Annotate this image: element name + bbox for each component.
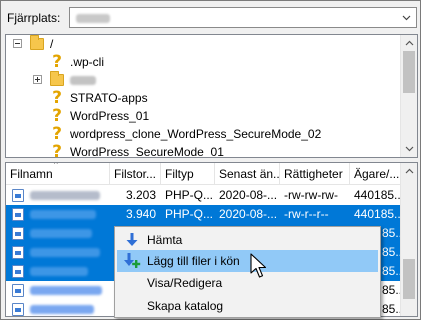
tree-item-wp-cli[interactable]: ? .wp-cli xyxy=(50,53,104,71)
php-file-icon xyxy=(12,208,24,221)
folder-icon xyxy=(50,71,64,86)
tree-item-strato-apps[interactable]: ? STRATO-apps xyxy=(50,89,148,107)
cell-permissions: -rw-rw-rw- xyxy=(284,188,338,202)
chevron-down-icon[interactable] xyxy=(400,11,413,24)
column-header-filesize[interactable]: Filstor... xyxy=(110,163,161,185)
tree-item-label: / xyxy=(50,37,54,51)
cell-size: 3.940 xyxy=(126,207,157,221)
unknown-question-icon: ? xyxy=(52,88,62,108)
redacted-folder-name xyxy=(70,75,96,85)
redacted-filename xyxy=(30,210,96,219)
remote-site-panel: Fjärrplats: / ? .wp-cli ? STRATO-apps ? … xyxy=(0,0,421,320)
php-file-icon xyxy=(12,227,24,240)
redacted-filename xyxy=(30,267,88,276)
menu-item-create-directory[interactable]: Skapa katalog xyxy=(117,295,378,317)
menu-item-add-to-queue[interactable]: Lägg till filer i kön xyxy=(117,250,378,272)
mouse-pointer-icon xyxy=(250,253,267,278)
menu-item-label: Hämta xyxy=(147,233,183,247)
php-file-icon xyxy=(12,189,24,202)
tree-item-wordpress-securemode[interactable]: ? WordPress_SecureMode_01 xyxy=(50,142,224,158)
add-to-queue-icon xyxy=(124,253,141,268)
sort-ascending-icon: ^ xyxy=(54,163,58,169)
column-header-filename[interactable]: ^ Filnamn xyxy=(6,163,110,185)
remote-path-row: Fjärrplats: xyxy=(5,7,417,29)
unknown-question-icon: ? xyxy=(52,52,62,72)
tree-scrollbar-thumb[interactable] xyxy=(403,51,415,93)
menu-item-label: Visa/Redigera xyxy=(147,276,223,290)
folder-icon xyxy=(30,35,44,50)
scroll-up-icon[interactable] xyxy=(404,166,415,177)
tree-item-label: WordPress_01 xyxy=(70,109,150,123)
table-row[interactable]: 3.203 PHP-Q... 2020-08-... -rw-rw-rw- 44… xyxy=(6,186,405,205)
tree-item-label: WordPress_SecureMode_01 xyxy=(70,145,224,158)
remote-directory-tree[interactable]: / ? .wp-cli ? STRATO-apps ? WordPress_01… xyxy=(5,34,418,158)
scroll-up-icon[interactable] xyxy=(404,38,415,49)
column-header-modified[interactable]: Senast än... xyxy=(215,163,280,185)
tree-item-wordpress-clone[interactable]: ? wordpress_clone_WordPress_SecureMode_0… xyxy=(50,125,321,143)
tree-scrollbar[interactable] xyxy=(400,35,417,157)
menu-item-label: Lägg till filer i kön xyxy=(147,254,240,268)
tree-item-label: STRATO-apps xyxy=(70,91,148,105)
php-file-icon xyxy=(12,303,24,316)
redacted-filename xyxy=(30,286,102,295)
file-list-scrollbar[interactable] xyxy=(400,163,417,316)
redacted-filename xyxy=(30,191,100,200)
redacted-filename xyxy=(30,229,92,238)
scroll-down-icon[interactable] xyxy=(404,143,415,154)
tree-item-root[interactable]: / xyxy=(30,35,53,53)
menu-item-download[interactable]: Hämta xyxy=(117,229,378,251)
column-header-filetype[interactable]: Filtyp xyxy=(161,163,215,185)
menu-item-label: Skapa katalog xyxy=(147,299,224,313)
cell-owner: 440185... xyxy=(354,207,405,221)
unknown-question-icon: ? xyxy=(52,142,62,158)
file-list-header: ^ Filnamn Filstor... Filtyp Senast än...… xyxy=(6,163,401,185)
context-menu: Hämta Lägg till filer i kön Visa/Rediger… xyxy=(114,226,381,318)
redacted-filename xyxy=(30,305,94,314)
php-file-icon xyxy=(12,284,24,297)
cell-type: PHP-Q... xyxy=(165,188,214,202)
expand-toggle-icon[interactable] xyxy=(33,75,42,84)
cell-owner: 440185... xyxy=(354,188,405,202)
cell-permissions: -rw-r--r-- xyxy=(284,207,329,221)
php-file-icon xyxy=(12,265,24,278)
tree-item-label: .wp-cli xyxy=(70,55,105,69)
remote-path-combobox[interactable] xyxy=(69,7,417,28)
cell-modified: 2020-08-... xyxy=(219,207,278,221)
collapse-toggle-icon[interactable] xyxy=(13,39,22,48)
redacted-path-value xyxy=(76,14,110,23)
unknown-question-icon: ? xyxy=(52,124,62,144)
table-row[interactable]: 3.940 PHP-Q... 2020-08-... -rw-r--r-- 44… xyxy=(6,205,405,224)
cell-modified: 2020-08-... xyxy=(219,188,278,202)
tree-item-label: wordpress_clone_WordPress_SecureMode_02 xyxy=(70,127,322,141)
file-list-scrollbar-thumb[interactable] xyxy=(403,259,415,299)
remote-path-label: Fjärrplats: xyxy=(7,11,61,25)
unknown-question-icon: ? xyxy=(52,106,62,126)
cell-size: 3.203 xyxy=(126,188,157,202)
redacted-filename xyxy=(30,248,100,257)
column-header-owner[interactable]: Ägare/... xyxy=(350,163,401,185)
tree-item-wordpress-01[interactable]: ? WordPress_01 xyxy=(50,107,149,125)
tree-item-redacted-folder[interactable] xyxy=(50,71,96,89)
menu-item-view-edit[interactable]: Visa/Redigera xyxy=(117,272,378,294)
cell-type: PHP-Q... xyxy=(165,207,214,221)
column-header-permissions[interactable]: Rättigheter xyxy=(280,163,350,185)
php-file-icon xyxy=(12,246,24,259)
download-arrow-icon xyxy=(126,233,138,246)
